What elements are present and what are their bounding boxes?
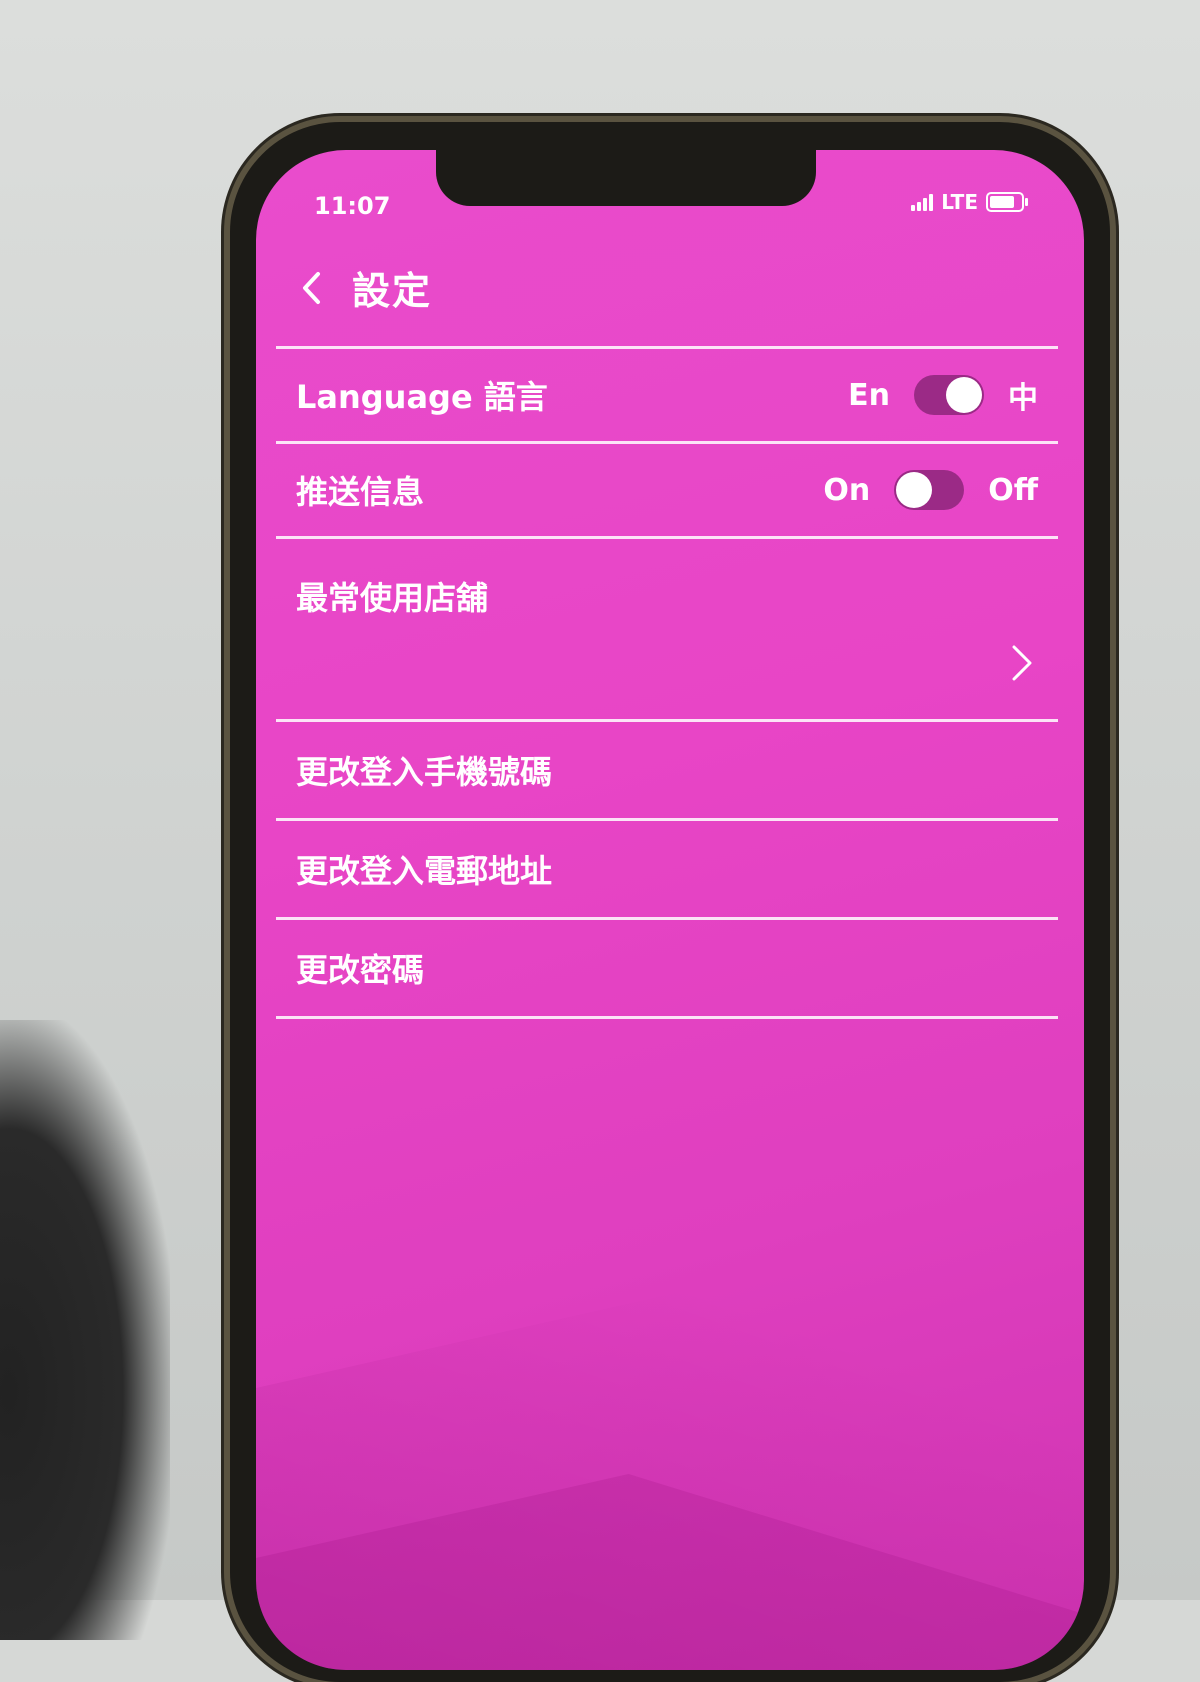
language-option-en[interactable]: En (848, 378, 890, 413)
language-toggle-group: En 中 (848, 373, 1058, 417)
language-option-zh[interactable]: 中 (1008, 373, 1038, 417)
change-phone-row[interactable]: 更改登入手機號碼 (276, 722, 1058, 821)
battery-icon (986, 192, 1028, 212)
push-switch[interactable] (894, 470, 965, 510)
status-time: 11:07 (314, 192, 391, 220)
settings-list: Language 語言 En 中 推送信息 On Off 最常使用店舖 更改登入… (256, 346, 1084, 1019)
switch-knob (946, 377, 982, 413)
push-notification-row: 推送信息 On Off (276, 444, 1058, 539)
status-indicators: LTE (911, 190, 1028, 214)
change-email-label: 更改登入電郵地址 (296, 852, 553, 890)
language-switch[interactable] (914, 375, 984, 415)
language-row: Language 語言 En 中 (276, 346, 1058, 444)
signal-icon (911, 193, 934, 211)
change-email-row[interactable]: 更改登入電郵地址 (276, 821, 1058, 920)
chevron-left-icon (303, 271, 320, 304)
navigation-bar: 設定 (296, 260, 432, 315)
back-button[interactable] (296, 268, 326, 308)
phone-frame: 11:07 LTE 設定 Language 語言 En 中 推送信息 On Of… (230, 122, 1110, 1682)
page-title: 設定 (352, 269, 433, 313)
switch-knob (896, 472, 933, 508)
change-phone-label: 更改登入手機號碼 (296, 753, 553, 791)
dark-object-shadow (0, 1020, 170, 1640)
favorite-store-label: 最常使用店舖 (296, 579, 489, 617)
language-label: Language 語言 (296, 378, 548, 416)
favorite-store-row[interactable]: 最常使用店舖 (276, 539, 1058, 722)
push-option-on[interactable]: On (823, 473, 870, 508)
push-option-off[interactable]: Off (988, 473, 1038, 508)
phone-notch (436, 150, 816, 206)
app-screen: 11:07 LTE 設定 Language 語言 En 中 推送信息 On Of… (256, 150, 1084, 1670)
chevron-right-icon (1012, 645, 1032, 681)
push-notification-label: 推送信息 (296, 473, 425, 511)
change-password-label: 更改密碼 (296, 951, 425, 989)
network-label: LTE (941, 190, 978, 214)
change-password-row[interactable]: 更改密碼 (276, 920, 1058, 1019)
push-toggle-group: On Off (823, 470, 1058, 510)
